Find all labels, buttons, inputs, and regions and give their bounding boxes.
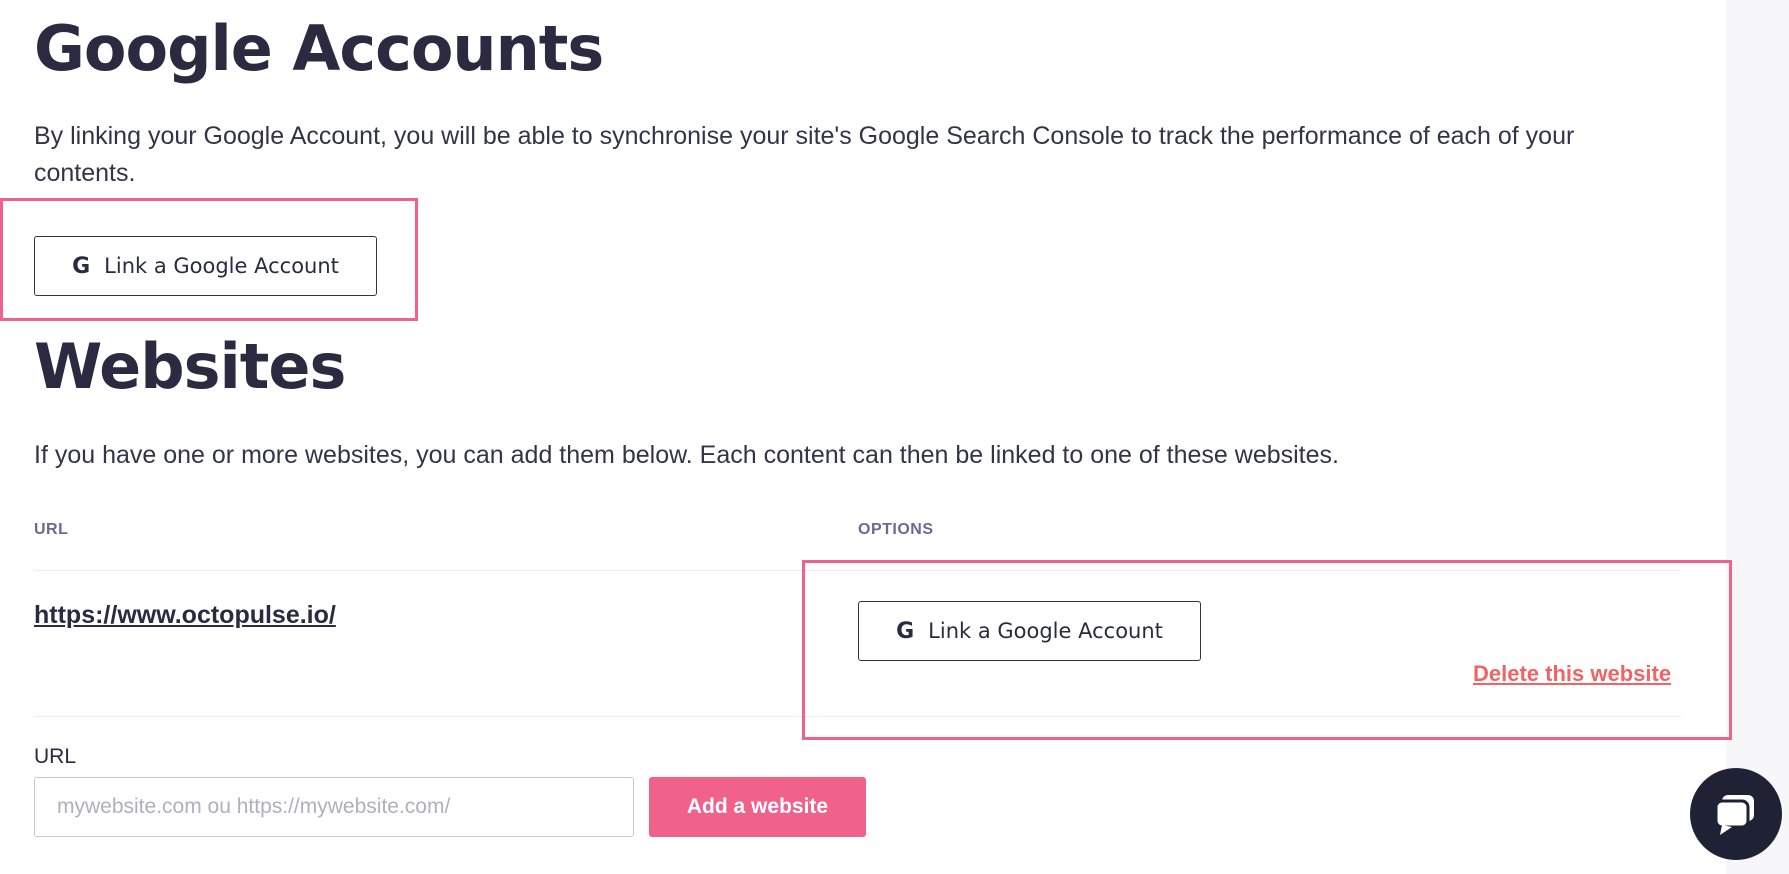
website-url-link[interactable]: https://www.octopulse.io/ [34,601,336,630]
row-link-google-account-button[interactable]: G Link a Google Account [858,601,1201,661]
page: Google Accounts By linking your Google A… [0,0,1789,874]
table-divider [34,570,1681,571]
url-input[interactable] [34,777,634,837]
google-accounts-description: By linking your Google Account, you will… [34,122,1575,187]
table-divider [34,716,1681,717]
google-accounts-title: Google Accounts [34,12,604,85]
url-field-label: URL [34,745,77,768]
row-link-google-account-label: Link a Google Account [928,619,1163,643]
chat-widget-button[interactable] [1690,768,1782,860]
link-google-account-button[interactable]: G Link a Google Account [34,236,377,296]
add-website-button[interactable]: Add a website [649,777,866,837]
delete-website-link[interactable]: Delete this website [1473,661,1671,687]
right-scroll-area [1726,0,1789,874]
websites-description: If you have one or more websites, you ca… [34,441,1339,469]
table-header-url: URL [34,521,69,538]
websites-title: Websites [34,330,346,403]
chat-icon [1714,795,1754,835]
link-google-account-label: Link a Google Account [104,254,339,278]
google-g-icon: G [72,253,91,279]
table-header-options: OPTIONS [858,521,934,538]
google-g-icon: G [896,618,915,644]
